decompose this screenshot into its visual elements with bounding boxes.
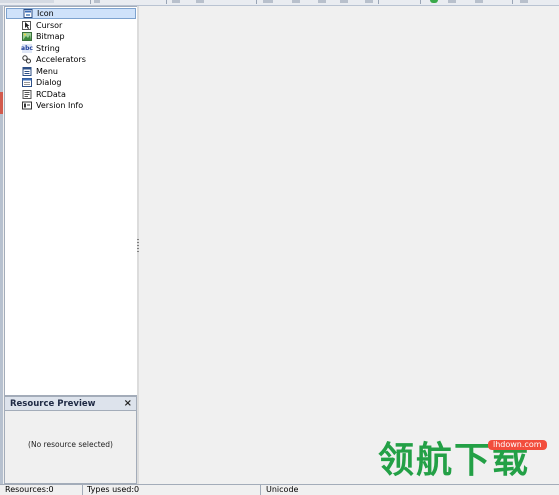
tree-item-label: Bitmap <box>36 32 65 41</box>
resource-tree[interactable]: Icon Cursor Bitmap abc String Accelerato… <box>4 6 138 396</box>
resource-count: Resources:0 <box>5 485 54 494</box>
toolbar-button[interactable] <box>340 0 348 3</box>
tree-item-version-info[interactable]: Version Info <box>6 100 136 111</box>
resource-preview-header: Resource Preview × <box>4 396 137 411</box>
icon-resource-icon <box>23 9 33 18</box>
left-edge-strip <box>0 6 3 484</box>
tree-item-label: Icon <box>37 9 54 18</box>
accelerators-resource-icon <box>22 55 32 64</box>
toolbar-button[interactable] <box>0 0 54 3</box>
toolbar-button[interactable] <box>475 0 483 3</box>
edge-marker <box>0 92 3 114</box>
tree-item-label: Accelerators <box>36 55 86 64</box>
tree-item-label: RCData <box>36 89 66 99</box>
tree-item-label: Menu <box>36 66 58 76</box>
toolbar-separator <box>166 0 167 4</box>
tree-item-cursor[interactable]: Cursor <box>6 20 136 31</box>
string-resource-icon: abc <box>21 43 33 53</box>
version-info-resource-icon <box>22 101 32 110</box>
close-icon[interactable]: × <box>124 398 132 409</box>
resource-preview-title: Resource Preview <box>10 399 96 409</box>
panel-splitter[interactable] <box>137 6 139 484</box>
menu-resource-icon <box>22 66 32 76</box>
types-used-count: Types used:0 <box>87 485 140 494</box>
run-icon[interactable] <box>430 0 438 3</box>
tree-item-menu[interactable]: Menu <box>6 66 136 77</box>
status-bar: Resources:0 Types used:0 Unicode <box>0 484 559 495</box>
watermark-logo: 领航下载 lhdown.com <box>378 438 559 484</box>
toolbar-button[interactable] <box>520 0 528 3</box>
tree-item-label: Cursor <box>36 20 63 30</box>
tree-item-icon[interactable]: Icon <box>6 8 136 19</box>
watermark-badge: lhdown.com <box>488 440 547 450</box>
toolbar-separator <box>378 0 379 4</box>
tree-item-accelerators[interactable]: Accelerators <box>6 54 136 65</box>
status-divider <box>82 485 83 495</box>
toolbar-separator <box>90 0 91 4</box>
encoding-status: Unicode <box>266 485 299 494</box>
toolbar-button[interactable] <box>196 0 204 3</box>
tree-item-string[interactable]: abc String <box>6 43 136 54</box>
toolbar-button[interactable] <box>263 0 273 3</box>
tree-item-rcdata[interactable]: RCData <box>6 89 136 100</box>
toolbar-separator <box>512 0 513 4</box>
toolbar-separator <box>256 0 257 4</box>
bitmap-resource-icon <box>22 32 32 41</box>
toolbar-button[interactable] <box>292 0 300 3</box>
dialog-resource-icon <box>22 78 32 87</box>
cursor-resource-icon <box>22 20 32 30</box>
toolbar-separator <box>420 0 421 4</box>
splitter-grip[interactable] <box>137 239 139 253</box>
toolbar-button[interactable] <box>94 0 100 3</box>
rcdata-resource-icon <box>22 89 32 99</box>
tree-item-label: Version Info <box>36 101 84 110</box>
tree-item-bitmap[interactable]: Bitmap <box>6 31 136 42</box>
tree-item-label: Dialog <box>36 78 62 87</box>
toolbar-button[interactable] <box>448 0 456 3</box>
status-divider <box>260 485 261 495</box>
no-resource-message: (No resource selected) <box>28 440 113 449</box>
toolbar-button[interactable] <box>318 0 326 3</box>
toolbar-button[interactable] <box>365 0 373 3</box>
resource-preview-panel: (No resource selected) <box>4 411 137 484</box>
tree-item-label: String <box>36 43 60 53</box>
tree-item-dialog[interactable]: Dialog <box>6 77 136 88</box>
toolbar-button[interactable] <box>172 0 180 3</box>
